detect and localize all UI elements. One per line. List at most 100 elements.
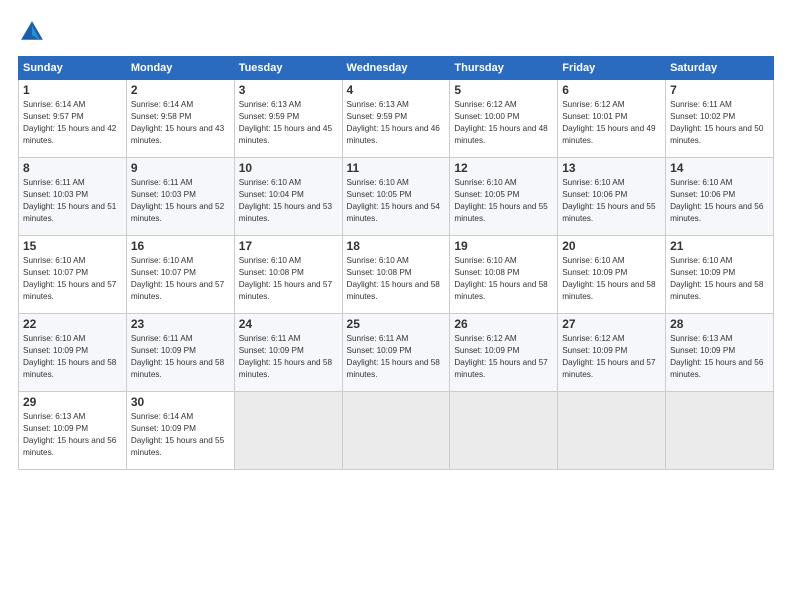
sunset-text: Sunset: 10:06 PM (670, 190, 735, 199)
sunset-text: Sunset: 10:09 PM (670, 268, 735, 277)
sunrise-text: Sunrise: 6:12 AM (454, 100, 516, 109)
day-number: 20 (562, 239, 661, 253)
calendar-body: 1Sunrise: 6:14 AMSunset: 9:57 PMDaylight… (19, 80, 774, 470)
sunset-text: Sunset: 10:08 PM (454, 268, 519, 277)
sunset-text: Sunset: 10:05 PM (347, 190, 412, 199)
day-header-saturday: Saturday (666, 57, 774, 80)
logo (18, 18, 50, 46)
sunset-text: Sunset: 10:07 PM (23, 268, 88, 277)
day-number: 9 (131, 161, 230, 175)
day-info: Sunrise: 6:11 AMSunset: 10:09 PMDaylight… (131, 333, 230, 381)
day-info: Sunrise: 6:11 AMSunset: 10:03 PMDaylight… (131, 177, 230, 225)
daylight-text: Daylight: 15 hours and 55 minutes. (131, 436, 224, 457)
calendar-cell: 4 Sunrise: 6:13 AMSunset: 9:59 PMDaylight… (342, 80, 450, 158)
calendar-cell: 29Sunrise: 6:13 AMSunset: 10:09 PMDaylig… (19, 392, 127, 470)
sunrise-text: Sunrise: 6:10 AM (347, 256, 409, 265)
daylight-text: Daylight: 15 hours and 50 minutes. (670, 124, 763, 145)
day-info: Sunrise: 6:14 AMSunset: 9:58 PMDaylight:… (131, 99, 230, 147)
day-info: Sunrise: 6:11 AMSunset: 10:02 PMDaylight… (670, 99, 769, 147)
daylight-text: Daylight: 15 hours and 55 minutes. (562, 202, 655, 223)
sunset-text: Sunset: 9:59 PM (347, 112, 408, 121)
day-number: 15 (23, 239, 122, 253)
day-info: Sunrise: 6:13 AMSunset: 9:59 PMDaylight:… (239, 99, 338, 147)
day-number: 7 (670, 83, 769, 97)
calendar-cell: 13 Sunrise: 6:10 AM Sunset: 10:06 PM Daylig… (558, 158, 666, 236)
sunset-text: Sunset: 10:02 PM (670, 112, 735, 121)
day-number: 5 (454, 83, 553, 97)
calendar-cell: 6Sunrise: 6:12 AMSunset: 10:01 PMDayligh… (558, 80, 666, 158)
calendar-cell (558, 392, 666, 470)
calendar-cell: 2Sunrise: 6:14 AMSunset: 9:58 PMDaylight… (126, 80, 234, 158)
sunrise-text: Sunrise: 6:10 AM (347, 178, 409, 187)
calendar-week-1: 1Sunrise: 6:14 AMSunset: 9:57 PMDaylight… (19, 80, 774, 158)
calendar-cell: 26Sunrise: 6:12 AMSunset: 10:09 PMDaylig… (450, 314, 558, 392)
daylight-text: Daylight: 15 hours and 53 minutes. (239, 202, 332, 223)
day-info: Sunrise: 6:14 AMSunset: 9:57 PMDaylight:… (23, 99, 122, 147)
daylight-text: Daylight: 15 hours and 49 minutes. (562, 124, 655, 145)
sunrise-text: Sunrise: 6:10 AM (562, 178, 624, 187)
calendar-week-3: 15 Sunrise: 6:10 AM Sunset: 10:07 PM Daylig… (19, 236, 774, 314)
day-number: 4 (347, 83, 446, 97)
daylight-text: Daylight: 15 hours and 58 minutes. (454, 280, 547, 301)
calendar-cell: 19Sunrise: 6:10 AMSunset: 10:08 PMDaylig… (450, 236, 558, 314)
daylight-text: Daylight: 15 hours and 54 minutes. (347, 202, 440, 223)
daylight-text: Daylight: 15 hours and 58 minutes. (131, 358, 224, 379)
day-info: Sunrise: 6:10 AMSunset: 10:05 PMDaylight… (454, 177, 553, 225)
sunrise-text: Sunrise: 6:11 AM (23, 178, 85, 187)
daylight-text: Daylight: 15 hours and 55 minutes. (454, 202, 547, 223)
calendar-cell: 20Sunrise: 6:10 AMSunset: 10:09 PMDaylig… (558, 236, 666, 314)
calendar-week-2: 8Sunrise: 6:11 AMSunset: 10:03 PMDayligh… (19, 158, 774, 236)
sunrise-text: Sunrise: 6:10 AM (23, 334, 85, 343)
sunset-text: Sunset: 10:03 PM (23, 190, 88, 199)
daylight-text: Daylight: 15 hours and 57 minutes. (131, 280, 224, 301)
daylight-text: Daylight: 15 hours and 46 minutes. (347, 124, 440, 145)
sunrise-text: Sunrise: 6:11 AM (347, 334, 409, 343)
sunset-text: Sunset: 10:09 PM (239, 346, 304, 355)
calendar-cell: 14Sunrise: 6:10 AMSunset: 10:06 PMDaylig… (666, 158, 774, 236)
daylight-text: Daylight: 15 hours and 56 minutes. (670, 202, 763, 223)
day-number: 8 (23, 161, 122, 175)
day-header-sunday: Sunday (19, 57, 127, 80)
day-info: Sunrise: 6:13 AMSunset: 9:59 PMDaylight:… (347, 99, 446, 147)
daylight-text: Daylight: 15 hours and 42 minutes. (23, 124, 116, 145)
sunrise-text: Sunrise: 6:13 AM (23, 412, 85, 421)
sunrise-text: Sunrise: 6:10 AM (23, 256, 85, 265)
sunset-text: Sunset: 10:00 PM (454, 112, 519, 121)
day-number: 11 (347, 161, 446, 175)
day-info: Sunrise: 6:10 AMSunset: 10:08 PMDaylight… (454, 255, 553, 303)
sunset-text: Sunset: 10:08 PM (347, 268, 412, 277)
sunrise-text: Sunrise: 6:10 AM (454, 178, 516, 187)
day-info: Sunrise: 6:10 AM Sunset: 10:06 PM Daylight… (562, 177, 661, 225)
calendar-cell: 10Sunrise: 6:10 AMSunset: 10:04 PMDaylig… (234, 158, 342, 236)
sunset-text: Sunset: 10:07 PM (131, 268, 196, 277)
day-header-thursday: Thursday (450, 57, 558, 80)
daylight-text: Daylight: 15 hours and 51 minutes. (23, 202, 116, 223)
calendar-page: SundayMondayTuesdayWednesdayThursdayFrid… (0, 0, 792, 612)
sunset-text: Sunset: 10:06 PM (562, 190, 627, 199)
sunset-text: Sunset: 9:57 PM (23, 112, 84, 121)
day-number: 16 (131, 239, 230, 253)
calendar-cell: 30 Sunrise: 6:14 AMSunset: 10:09 PMDaylig… (126, 392, 234, 470)
sunrise-text: Sunrise: 6:14 AM (131, 412, 193, 421)
day-info: Sunrise: 6:11 AMSunset: 10:09 PMDaylight… (347, 333, 446, 381)
day-number: 6 (562, 83, 661, 97)
sunrise-text: Sunrise: 6:10 AM (670, 256, 732, 265)
day-info: Sunrise: 6:10 AMSunset: 10:07 PMDaylight… (23, 255, 122, 303)
calendar-cell: 17 Sunrise: 6:10 AMSunset: 10:08 PMDaylig… (234, 236, 342, 314)
daylight-text: Daylight: 15 hours and 57 minutes. (562, 358, 655, 379)
sunrise-text: Sunrise: 6:10 AM (239, 256, 301, 265)
day-number: 17 (239, 239, 338, 253)
daylight-text: Daylight: 15 hours and 58 minutes. (347, 358, 440, 379)
day-number: 30 (131, 395, 230, 409)
day-number: 18 (347, 239, 446, 253)
day-info: Sunrise: 6:10 AMSunset: 10:08 PMDaylight… (347, 255, 446, 303)
sunset-text: Sunset: 9:58 PM (131, 112, 192, 121)
day-info: Sunrise: 6:10 AMSunset: 10:08 PMDaylight… (239, 255, 338, 303)
day-info: Sunrise: 6:14 AMSunset: 10:09 PMDaylight… (131, 411, 230, 459)
days-of-week-row: SundayMondayTuesdayWednesdayThursdayFrid… (19, 57, 774, 80)
sunrise-text: Sunrise: 6:12 AM (562, 334, 624, 343)
daylight-text: Daylight: 15 hours and 58 minutes. (239, 358, 332, 379)
day-number: 13 (562, 161, 661, 175)
day-header-monday: Monday (126, 57, 234, 80)
calendar-cell: 21Sunrise: 6:10 AMSunset: 10:09 PMDaylig… (666, 236, 774, 314)
